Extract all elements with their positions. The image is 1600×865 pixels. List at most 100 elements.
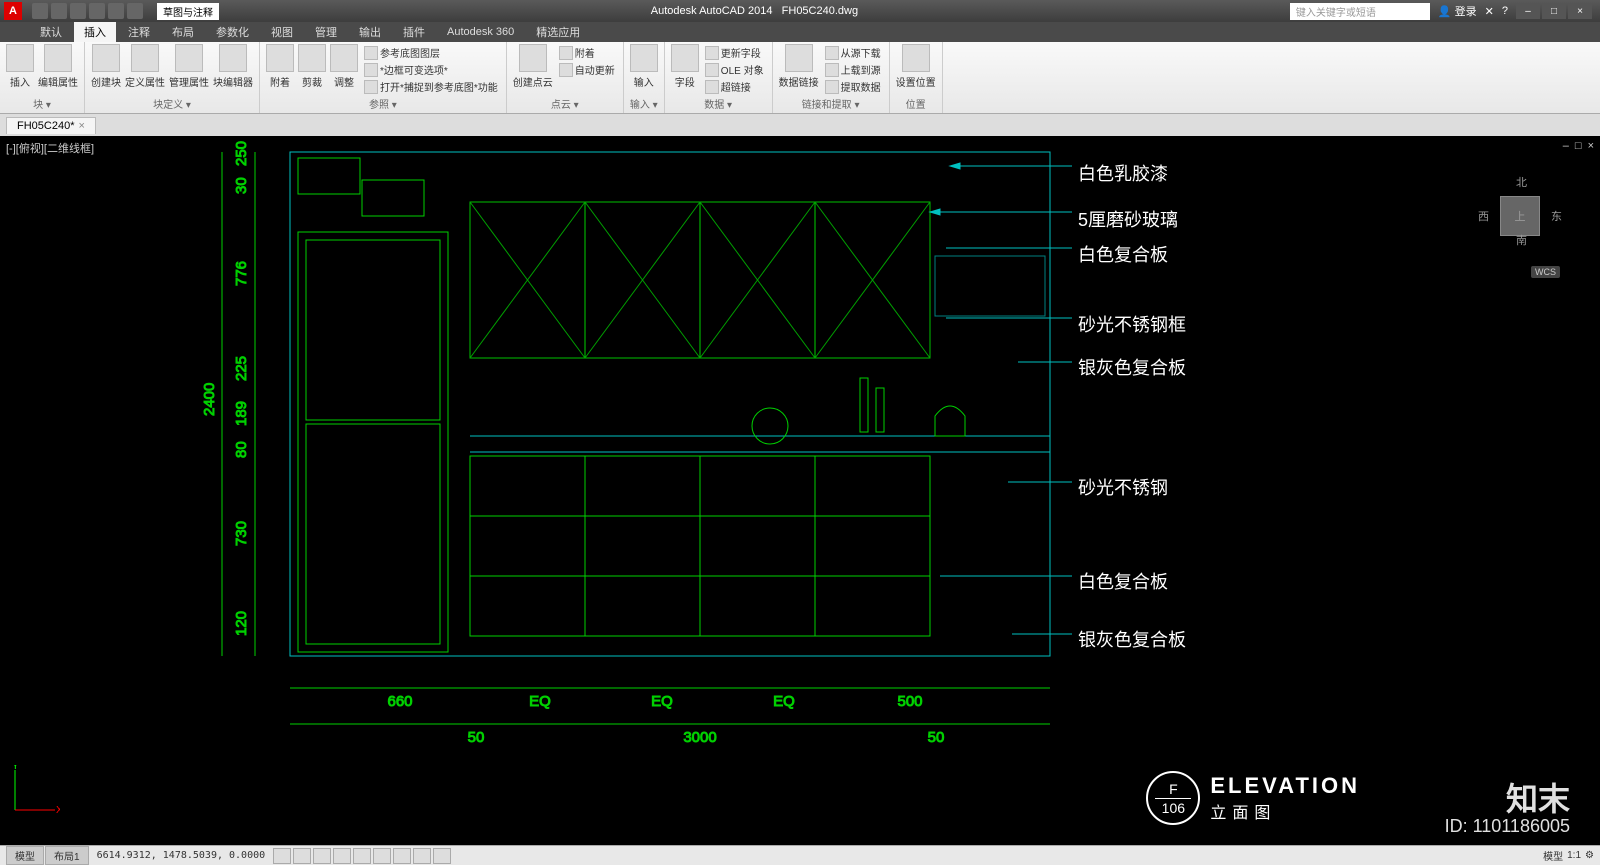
elevation-circle: F106 (1146, 771, 1200, 825)
annotation-label: 银灰色复合板 (1078, 626, 1186, 652)
layout-tab[interactable]: 布局1 (45, 846, 89, 865)
help-search-input[interactable]: 键入关键字或短语 (1290, 3, 1430, 20)
maximize-button[interactable]: □ (1542, 3, 1566, 19)
annotation-label: 5厘磨砂玻璃 (1078, 206, 1178, 232)
tab-annotate[interactable]: 注释 (118, 22, 160, 42)
upload-source-button[interactable]: 上载到源 (823, 61, 883, 78)
drawing-canvas[interactable]: [-][俯视][二维线框] – □ × 北 西 上 东 南 WCS 250 30… (0, 136, 1600, 845)
block-editor-button[interactable]: 块编辑器 (213, 44, 253, 89)
tab-view[interactable]: 视图 (261, 22, 303, 42)
file-tab[interactable]: FH05C240* × (6, 117, 96, 134)
settings-icon[interactable]: ⚙ (1585, 850, 1594, 861)
model-tab[interactable]: 模型 (6, 846, 44, 865)
lwt-toggle[interactable] (413, 848, 431, 864)
workspace-switcher[interactable]: 草图与注释 (157, 3, 219, 20)
ortho-toggle[interactable] (313, 848, 331, 864)
osnap-toggle[interactable] (353, 848, 371, 864)
tab-default[interactable]: 默认 (30, 22, 72, 42)
annotation-label: 白色复合板 (1078, 568, 1168, 594)
datalink-button[interactable]: 数据链接 (779, 44, 819, 89)
help-icon[interactable]: ? (1502, 5, 1508, 17)
snap-toggle[interactable] (273, 848, 291, 864)
elevation-tag: F106 ELEVATION 立面图 (1146, 771, 1360, 825)
qat-open-icon[interactable] (51, 3, 67, 19)
panel-data: 字段 更新字段 OLE 对象 超链接 数据 ▾ (665, 42, 773, 113)
tab-featured[interactable]: 精选应用 (526, 22, 590, 42)
qat-save-icon[interactable] (70, 3, 86, 19)
panel-location: 设置位置 位置 (890, 42, 943, 113)
close-button[interactable]: × (1568, 3, 1592, 19)
grid-toggle[interactable] (293, 848, 311, 864)
panel-label: 参照 ▾ (266, 95, 500, 111)
tab-output[interactable]: 输出 (349, 22, 391, 42)
polar-toggle[interactable] (333, 848, 351, 864)
svg-text:EQ: EQ (773, 693, 795, 710)
scale-display[interactable]: 1:1 (1567, 850, 1581, 861)
tab-a360[interactable]: Autodesk 360 (437, 24, 524, 40)
quick-access-toolbar (26, 3, 149, 19)
set-location-button[interactable]: 设置位置 (896, 44, 936, 89)
manage-attr-button[interactable]: 管理属性 (169, 44, 209, 89)
qat-redo-icon[interactable] (108, 3, 124, 19)
snap-underlay-button[interactable]: 打开*捕捉到参考底图*功能 (362, 78, 500, 95)
svg-text:Y: Y (12, 765, 19, 772)
file-tab-label: FH05C240* (17, 120, 74, 132)
panel-reference: 附着 剪裁 调整 参考底图图层 *边框可变选项* 打开*捕捉到参考底图*功能 参… (260, 42, 507, 113)
insert-block-button[interactable]: 插入 (6, 44, 34, 89)
svg-text:250: 250 (233, 141, 250, 166)
otrack-toggle[interactable] (373, 848, 391, 864)
svg-text:EQ: EQ (651, 693, 673, 710)
window-controls: – □ × (1516, 3, 1592, 19)
app-logo[interactable]: A (4, 2, 22, 20)
svg-text:X: X (56, 805, 60, 815)
panel-label: 链接和提取 ▾ (779, 95, 883, 111)
qat-print-icon[interactable] (127, 3, 143, 19)
annotation-label: 白色乳胶漆 (1078, 160, 1168, 186)
tab-insert[interactable]: 插入 (74, 22, 116, 42)
download-source-button[interactable]: 从源下载 (823, 44, 883, 61)
elevation-subtitle: 立面图 (1210, 799, 1360, 823)
tab-parametric[interactable]: 参数化 (206, 22, 259, 42)
import-button[interactable]: 输入 (630, 44, 658, 89)
clip-button[interactable]: 剪裁 (298, 44, 326, 89)
create-pointcloud-button[interactable]: 创建点云 (513, 44, 553, 89)
frames-option-button[interactable]: *边框可变选项* (362, 61, 500, 78)
create-block-button[interactable]: 创建块 (91, 44, 121, 89)
panel-label: 位置 (896, 95, 936, 111)
dyn-toggle[interactable] (393, 848, 411, 864)
autoupdate-button[interactable]: 自动更新 (557, 61, 617, 78)
close-tab-icon[interactable]: × (78, 120, 84, 132)
attach-button[interactable]: 附着 (266, 44, 294, 89)
ole-object-button[interactable]: OLE 对象 (703, 61, 766, 78)
qat-new-icon[interactable] (32, 3, 48, 19)
signin-button[interactable]: 👤 登录 (1438, 3, 1477, 19)
exchange-icon[interactable]: ✕ (1485, 5, 1494, 18)
title-text: Autodesk AutoCAD 2014 FH05C240.dwg (219, 5, 1290, 17)
extract-data-button[interactable]: 提取数据 (823, 78, 883, 95)
qat-undo-icon[interactable] (89, 3, 105, 19)
define-attr-button[interactable]: 定义属性 (125, 44, 165, 89)
tab-layout[interactable]: 布局 (162, 22, 204, 42)
hyperlink-button[interactable]: 超链接 (703, 78, 766, 95)
tab-plugins[interactable]: 插件 (393, 22, 435, 42)
model-space-button[interactable]: 模型 (1543, 848, 1563, 863)
adjust-button[interactable]: 调整 (330, 44, 358, 89)
tab-manage[interactable]: 管理 (305, 22, 347, 42)
svg-text:120: 120 (233, 611, 250, 636)
svg-text:50: 50 (468, 729, 485, 746)
annotation-label: 白色复合板 (1078, 241, 1168, 267)
update-fields-button[interactable]: 更新字段 (703, 44, 766, 61)
panel-label: 点云 ▾ (513, 95, 617, 111)
attach-pc-button[interactable]: 附着 (557, 44, 617, 61)
minimize-button[interactable]: – (1516, 3, 1540, 19)
svg-text:660: 660 (387, 693, 412, 710)
panel-linking: 数据链接 从源下载 上载到源 提取数据 链接和提取 ▾ (773, 42, 890, 113)
ribbon: 插入 编辑属性 块 ▾ 创建块 定义属性 管理属性 块编辑器 块定义 ▾ 附着 … (0, 42, 1600, 114)
elevation-title: ELEVATION (1210, 773, 1360, 799)
svg-text:500: 500 (897, 693, 922, 710)
edit-attr-button[interactable]: 编辑属性 (38, 44, 78, 89)
annotation-label: 银灰色复合板 (1078, 354, 1186, 380)
underlay-layers-button[interactable]: 参考底图图层 (362, 44, 500, 61)
qp-toggle[interactable] (433, 848, 451, 864)
field-button[interactable]: 字段 (671, 44, 699, 89)
